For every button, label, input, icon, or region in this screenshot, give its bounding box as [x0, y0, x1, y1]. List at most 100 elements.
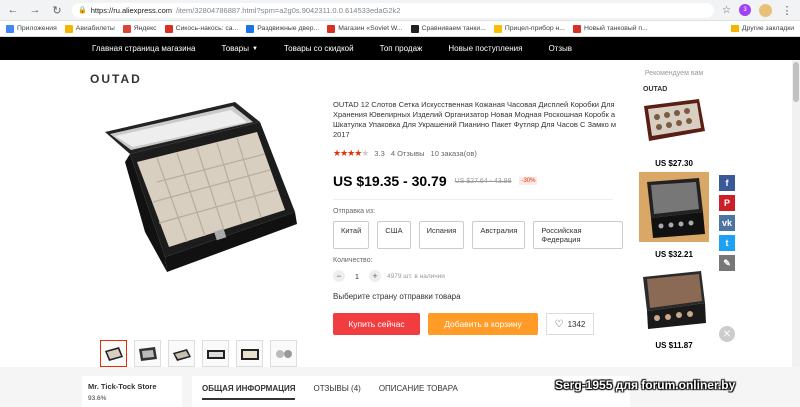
bookmarks-bar: Приложения Авиабилеты Яндекс Сикось-нако…: [0, 21, 800, 37]
ship-option-usa[interactable]: США: [377, 221, 411, 249]
twitter-icon[interactable]: t: [719, 235, 735, 251]
rating-stars: ★★★★★: [333, 148, 369, 158]
ship-option-spain[interactable]: Испания: [418, 221, 465, 249]
menu-icon[interactable]: ⋮: [780, 3, 794, 17]
bookmark-item[interactable]: Прицел-прибор н...: [493, 24, 565, 33]
bookmark-item[interactable]: Раздвижные двер...: [246, 24, 319, 33]
wishlist-count: 1342: [567, 319, 586, 329]
nav-products[interactable]: Товары ▼: [221, 44, 257, 53]
yandex-icon: [122, 24, 131, 33]
scrollbar-track[interactable]: [792, 60, 800, 407]
heart-icon: ♡: [554, 318, 564, 330]
recommended-price: US $27.30: [655, 159, 693, 168]
reload-icon[interactable]: ↻: [50, 3, 64, 17]
reviews-count[interactable]: 4 Отзывы: [391, 149, 425, 158]
product-main-image[interactable]: [85, 92, 305, 282]
product-title: OUTAD 12 Слотов Сетка Искусственная Кожа…: [333, 100, 617, 139]
bookmark-item[interactable]: Сравниваем танки...: [410, 24, 486, 33]
thumbnail[interactable]: [100, 340, 127, 367]
stock-available: 4979 шт. в наличии: [387, 272, 445, 280]
recommended-price: US $32.21: [655, 250, 693, 259]
forward-icon[interactable]: →: [28, 3, 42, 17]
site-icon: [493, 24, 502, 33]
watermark: Serg-1955 для forum.onliner.by: [555, 378, 736, 392]
site-icon: [327, 24, 336, 33]
decrement-button[interactable]: −: [333, 270, 345, 282]
product-page: OUTAD OUTAD 12 Слотов Сетка Искусственна…: [0, 60, 800, 369]
wishlist-button[interactable]: ♡ 1342: [546, 313, 594, 335]
nav-discounts[interactable]: Товары со скидкой: [284, 44, 354, 53]
browser-toolbar: ← → ↻ 🔒 https://ru.aliexpress.com/item/3…: [0, 0, 800, 21]
vk-icon[interactable]: vk: [719, 215, 735, 231]
ship-option-australia[interactable]: Австралия: [472, 221, 526, 249]
facebook-icon[interactable]: f: [719, 175, 735, 191]
recommended-image: OUTAD: [639, 81, 709, 151]
price: US $19.35 - 30.79: [333, 173, 447, 189]
tab-general-info[interactable]: ОБЩАЯ ИНФОРМАЦИЯ: [202, 384, 296, 400]
folder-icon: [730, 25, 739, 32]
bookmark-item[interactable]: Приложения: [6, 24, 57, 33]
store-rating: 93.6%: [88, 395, 107, 402]
lock-icon: 🔒: [78, 7, 87, 14]
other-bookmarks[interactable]: Другие закладки: [730, 25, 794, 32]
recommended-item[interactable]: OUTAD US $27.30: [637, 81, 711, 168]
product-gallery: OUTAD: [85, 72, 313, 287]
recommended-image: [639, 172, 709, 242]
close-icon[interactable]: ✕: [719, 326, 735, 342]
nav-top-sales[interactable]: Топ продаж: [380, 44, 423, 53]
site-icon: [246, 24, 255, 33]
recommended-panel: Рекомендуем вам OUTAD US $27.30 US $32.2…: [637, 70, 711, 350]
choose-country-note: Выберите страну отправки товара: [333, 292, 461, 301]
nav-new-arrivals[interactable]: Новые поступления: [448, 44, 522, 53]
site-icon: [164, 24, 173, 33]
quantity-stepper: − 1 + 4979 шт. в наличии: [333, 270, 623, 282]
nav-feedback[interactable]: Отзыв: [548, 44, 572, 53]
edit-icon[interactable]: ✎: [719, 255, 735, 271]
quantity-label: Количество:: [333, 257, 373, 264]
bookmark-item[interactable]: Новый танковый п...: [572, 24, 648, 33]
tab-description[interactable]: ОПИСАНИЕ ТОВАРА: [379, 384, 458, 399]
site-icon: [572, 24, 581, 33]
recommended-item[interactable]: US $11.87: [637, 263, 711, 350]
recommended-brand: OUTAD: [643, 86, 667, 93]
thumbnail[interactable]: [134, 340, 161, 367]
price-row: US $19.35 - 30.79 US $27.64 - 43.99 -30%: [333, 173, 623, 189]
bookmark-item[interactable]: Яндекс: [122, 24, 157, 33]
thumbnail[interactable]: [202, 340, 229, 367]
scrollbar-thumb[interactable]: [793, 62, 799, 102]
apps-icon: [6, 24, 14, 33]
store-name[interactable]: Mr. Tick-Tock Store: [88, 382, 176, 391]
quantity-value[interactable]: 1: [351, 272, 363, 281]
brand-logo: OUTAD: [90, 72, 142, 86]
recommended-item[interactable]: US $32.21: [637, 172, 711, 259]
thumbnail[interactable]: [168, 340, 195, 367]
bookmark-item[interactable]: Авиабилеты: [64, 24, 115, 33]
add-to-cart-button[interactable]: Добавить в корзину: [428, 313, 538, 335]
old-price: US $27.64 - 43.99: [454, 177, 512, 185]
extension-icon[interactable]: 3: [739, 4, 751, 16]
ship-option-china[interactable]: Китай: [333, 221, 370, 249]
ship-option-russia[interactable]: Российская Федерация: [533, 221, 623, 249]
recommended-price: US $11.87: [655, 341, 693, 350]
social-share: f P vk t ✎: [719, 175, 735, 271]
orders-count: 10 заказа(ов): [430, 149, 477, 158]
thumbnail[interactable]: [270, 340, 297, 367]
bookmark-item[interactable]: Магазин «Soviet W...: [327, 24, 403, 33]
chevron-down-icon: ▼: [251, 45, 258, 52]
product-info: OUTAD 12 Слотов Сетка Искусственная Кожа…: [333, 100, 623, 335]
tab-reviews[interactable]: ОТЗЫВЫ (4): [313, 384, 360, 399]
increment-button[interactable]: +: [369, 270, 381, 282]
back-icon[interactable]: ←: [6, 3, 20, 17]
nav-store-home[interactable]: Главная страница магазина: [92, 44, 195, 53]
url-path: /item/32804786887.html?spm=a2g0s.9042311…: [176, 5, 401, 15]
buy-now-button[interactable]: Купить сейчас: [333, 313, 420, 335]
bookmark-star-icon[interactable]: ☆: [722, 5, 731, 16]
bookmark-item[interactable]: Сикось-накось: ca...: [164, 24, 238, 33]
thumbnail[interactable]: [236, 340, 263, 367]
profile-avatar[interactable]: [759, 3, 772, 17]
ships-from-options: Китай США Испания Австралия Российская Ф…: [333, 221, 623, 249]
address-bar[interactable]: 🔒 https://ru.aliexpress.com/item/3280478…: [72, 2, 715, 18]
pinterest-icon[interactable]: P: [719, 195, 735, 211]
url-host: https://ru.aliexpress.com: [90, 5, 172, 15]
rating-value: 3.3: [374, 149, 385, 158]
